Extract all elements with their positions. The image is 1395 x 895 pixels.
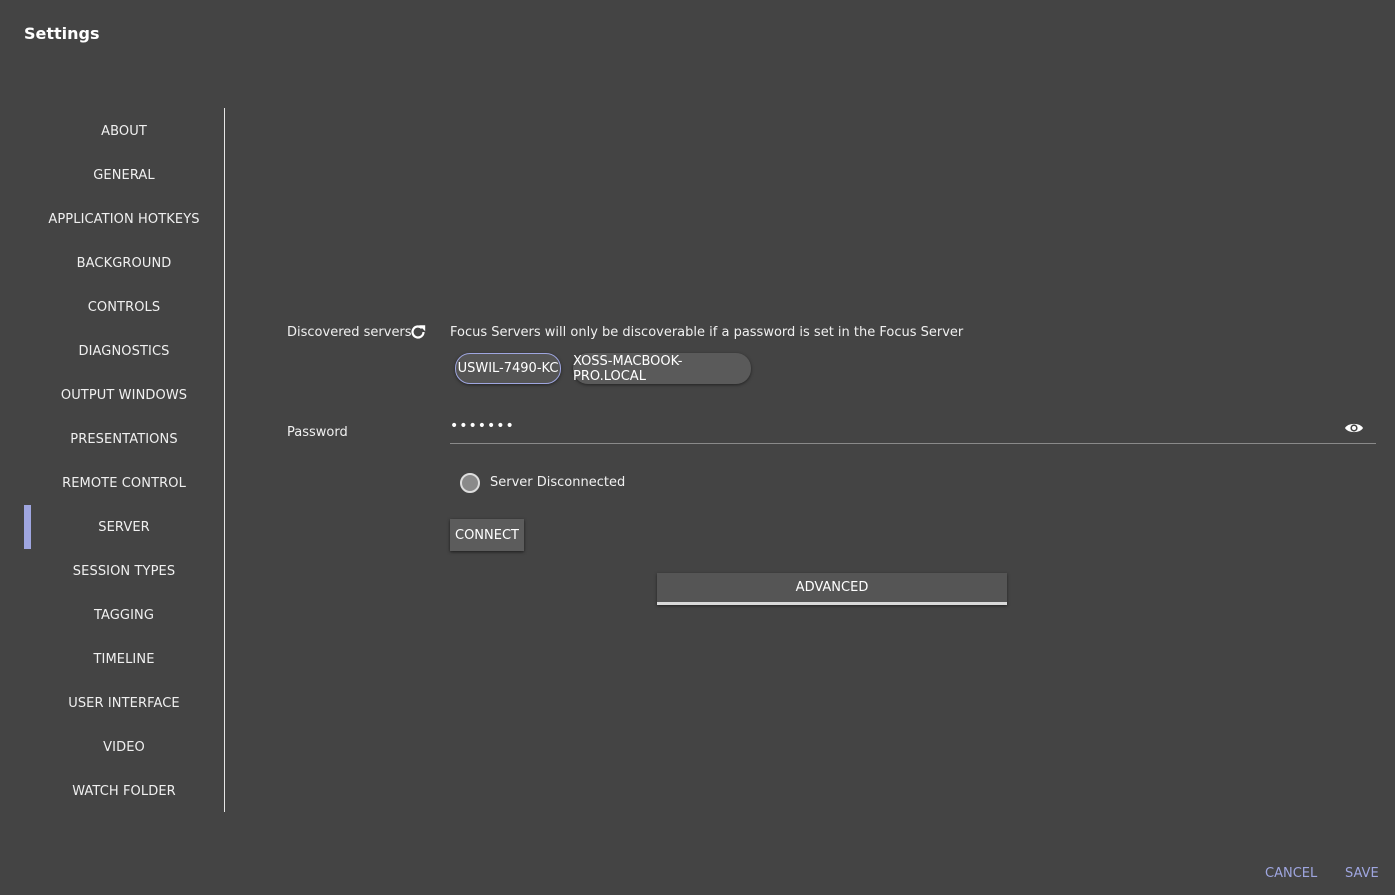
connection-status-text: Server Disconnected [490, 475, 626, 490]
sidebar-item-diagnostics[interactable]: DIAGNOSTICS [24, 329, 224, 373]
refresh-icon[interactable] [408, 322, 428, 342]
eye-icon[interactable] [1344, 420, 1364, 436]
sidebar-item-user-interface[interactable]: USER INTERFACE [24, 681, 224, 725]
sidebar-item-application-hotkeys[interactable]: APPLICATION HOTKEYS [24, 197, 224, 241]
save-button[interactable]: SAVE [1345, 866, 1379, 881]
window-title: Settings [24, 24, 100, 43]
discovered-servers-label: Discovered servers [287, 325, 412, 340]
server-chip-xoss-macbook[interactable]: XOSS-MACBOOK-PRO.LOCAL [573, 353, 751, 384]
sidebar-item-controls[interactable]: CONTROLS [24, 285, 224, 329]
sidebar-item-output-windows[interactable]: OUTPUT WINDOWS [24, 373, 224, 417]
sidebar-item-remote-control[interactable]: REMOTE CONTROL [24, 461, 224, 505]
sidebar-item-general[interactable]: GENERAL [24, 153, 224, 197]
sidebar-item-video[interactable]: VIDEO [24, 725, 224, 769]
sidebar-item-presentations[interactable]: PRESENTATIONS [24, 417, 224, 461]
settings-window: Settings ABOUT GENERAL APPLICATION HOTKE… [0, 0, 1395, 895]
discovery-hint: Focus Servers will only be discoverable … [450, 325, 964, 340]
sidebar-item-watch-folder[interactable]: WATCH FOLDER [24, 769, 224, 813]
connection-status-indicator [460, 473, 480, 493]
sidebar-item-timeline[interactable]: TIMELINE [24, 637, 224, 681]
password-field[interactable]: ••••••• [450, 418, 1376, 444]
sidebar-item-about[interactable]: ABOUT [24, 109, 224, 153]
advanced-button[interactable]: ADVANCED [657, 573, 1007, 605]
settings-sidebar: ABOUT GENERAL APPLICATION HOTKEYS BACKGR… [24, 108, 225, 812]
server-chip-uswil[interactable]: USWIL-7490-KC [455, 353, 561, 384]
sidebar-item-tagging[interactable]: TAGGING [24, 593, 224, 637]
password-label: Password [287, 425, 348, 440]
sidebar-item-background[interactable]: BACKGROUND [24, 241, 224, 285]
connect-button[interactable]: CONNECT [450, 519, 524, 551]
sidebar-item-session-types[interactable]: SESSION TYPES [24, 549, 224, 593]
password-value: ••••••• [450, 418, 515, 434]
cancel-button[interactable]: CANCEL [1265, 866, 1317, 881]
sidebar-item-server[interactable]: SERVER [24, 505, 224, 549]
